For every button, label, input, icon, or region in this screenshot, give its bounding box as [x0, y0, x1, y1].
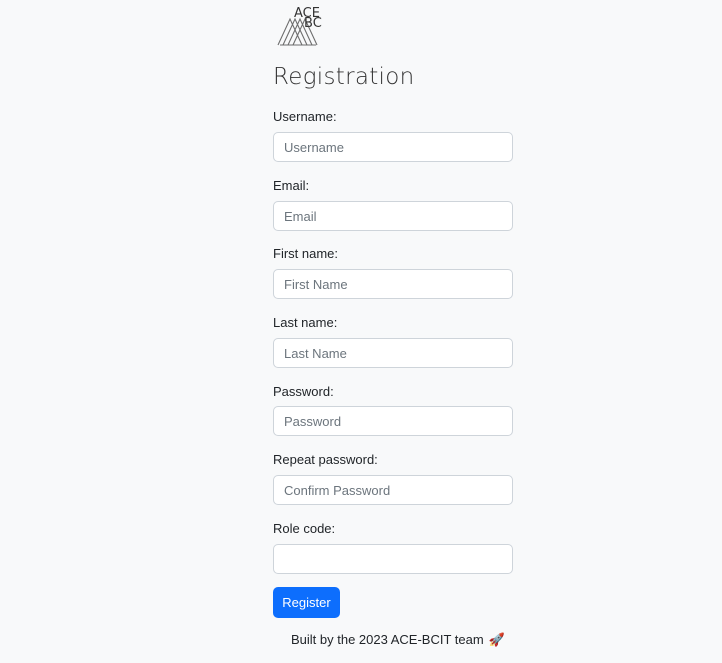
last-name-label: Last name:	[273, 315, 338, 330]
email-label: Email:	[273, 178, 310, 193]
email-input[interactable]	[273, 201, 513, 231]
role-code-label: Role code:	[273, 521, 336, 536]
page-title: Registration	[273, 64, 415, 90]
footer: Built by the 2023 ACE-BCIT team 🚀	[291, 632, 505, 648]
ace-bcit-logo-icon: ACE BC	[276, 3, 330, 49]
username-input[interactable]	[273, 132, 513, 162]
first-name-label: First name:	[273, 246, 339, 261]
password-label: Password:	[273, 384, 334, 399]
last-name-input[interactable]	[273, 338, 513, 368]
register-button[interactable]: Register	[273, 587, 340, 618]
password-input[interactable]	[273, 406, 513, 436]
footer-text: Built by the 2023 ACE-BCIT team	[291, 632, 484, 647]
repeat-password-label: Repeat password:	[273, 452, 378, 467]
repeat-password-input[interactable]	[273, 475, 513, 505]
first-name-input[interactable]	[273, 269, 513, 299]
logo-text-line2: BC	[304, 16, 322, 31]
role-code-input[interactable]	[273, 544, 513, 574]
rocket-icon: 🚀	[488, 632, 505, 647]
username-label: Username:	[273, 109, 337, 124]
